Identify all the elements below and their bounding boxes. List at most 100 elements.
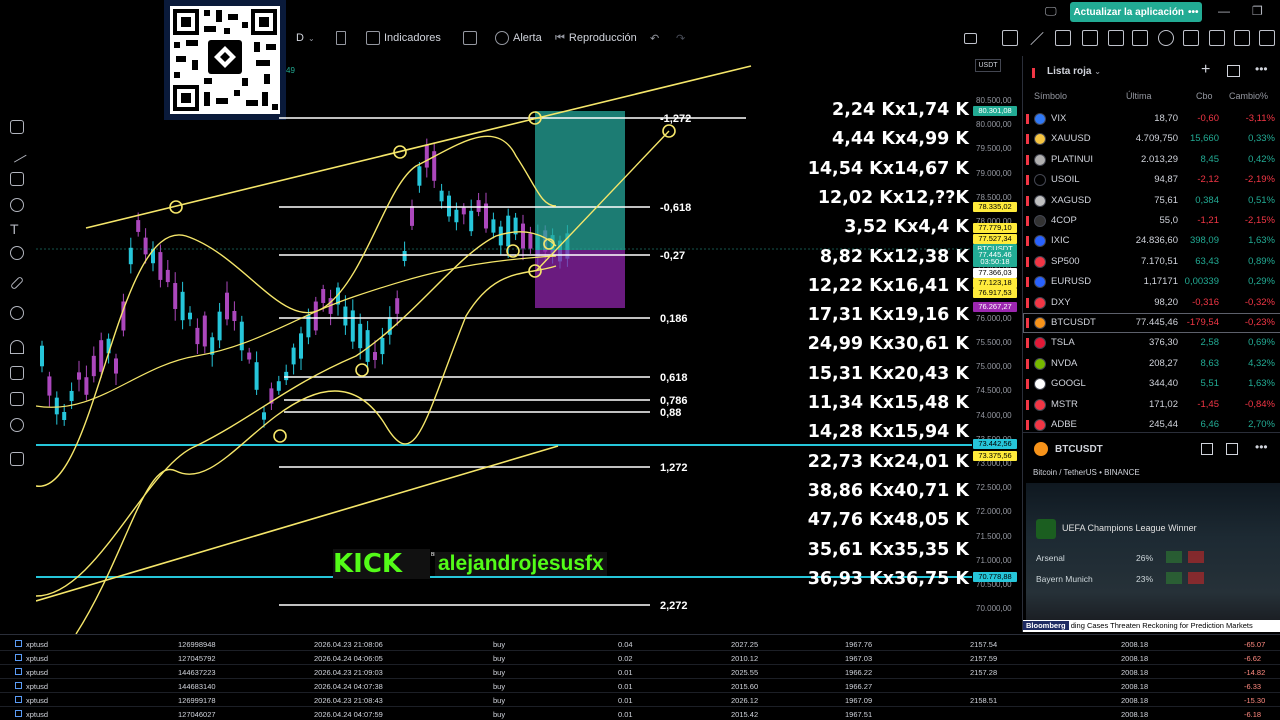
price-tag: 76.917,53 — [973, 288, 1017, 298]
watchlist-row[interactable]: MSTR 171,02 -1,45 -0,84% — [1023, 395, 1280, 415]
chart-pane[interactable]: -1,272 -0,618 -0,27 0,186 0,618 0,786 0,88 1,27… — [36, 56, 972, 634]
column-change[interactable]: Cbo — [1196, 91, 1213, 101]
trade-vol: 0.02 — [618, 654, 633, 663]
price-label: 80.500,00 — [976, 96, 1012, 105]
trade-vol: 0.01 — [618, 668, 633, 677]
kick-username: alejandrojesusfx — [435, 552, 607, 576]
watchlist-row[interactable]: XAGUSD 75,61 0,384 0,51% — [1023, 191, 1280, 211]
video-row-pct: 23% — [1136, 574, 1154, 584]
fib-icon[interactable] — [1055, 30, 1071, 46]
zoom-icon[interactable] — [10, 306, 24, 320]
watchlist-row[interactable]: USOIL 94,87 -2,12 -2,19% — [1023, 170, 1280, 190]
position-size-label: 4,44 Kx4,99 K — [832, 129, 969, 150]
eye-icon[interactable] — [10, 418, 24, 432]
detail-symbol[interactable]: BTCUSDT — [1055, 444, 1103, 455]
trade-sym: xptusd — [26, 668, 49, 677]
watchlist-title[interactable]: Lista roja ⌄ — [1047, 66, 1101, 77]
pattern-icon[interactable] — [1183, 30, 1199, 46]
column-last[interactable]: Última — [1126, 91, 1152, 101]
currency-selector[interactable]: USDT — [975, 59, 1001, 72]
more-icon[interactable]: ••• — [1255, 440, 1268, 454]
trash-icon[interactable] — [10, 452, 24, 466]
edit-icon[interactable] — [1226, 443, 1238, 455]
watchlist-row[interactable]: DXY 98,20 -0,316 -0,32% — [1023, 293, 1280, 313]
watchlist-row[interactable]: NVDA 208,27 8,63 4,32% — [1023, 354, 1280, 374]
watchlist-row[interactable]: 4COP 55,0 -1,21 -2,15% — [1023, 211, 1280, 231]
watchlist-row[interactable]: XAUUSD 4.709,750 15,660 0,33% — [1023, 129, 1280, 149]
red-flag-icon — [1032, 68, 1035, 78]
column-change-pct[interactable]: Cambio% — [1229, 91, 1268, 101]
watchlist-row[interactable]: BTCUSDT 77.445,46 -179,54 -0,23% — [1023, 313, 1280, 333]
trade-sym: xptusd — [26, 696, 49, 705]
watchlist-row[interactable]: TSLA 376,30 2,58 0,69% — [1023, 333, 1280, 353]
row-last: 18,70 — [1154, 113, 1178, 124]
update-app-button[interactable]: Actualizar la aplicación ••• — [1070, 2, 1202, 22]
wave-icon[interactable] — [1234, 30, 1250, 46]
grid-tool-icon[interactable] — [1002, 30, 1018, 46]
trade-tp: 2157.54 — [970, 640, 998, 649]
row-change-pct: -0,23% — [1244, 317, 1275, 328]
watchlist-row[interactable]: SP500 7.170,51 63,43 0,89% — [1023, 252, 1280, 272]
brush-icon[interactable] — [10, 198, 24, 212]
trade-id: 127045792 — [178, 654, 216, 663]
emoji-icon[interactable] — [10, 246, 24, 260]
trend-line-tool-icon[interactable] — [7, 143, 27, 163]
watchlist-row[interactable]: PLATINUI 2.013,29 8,45 0,42% — [1023, 150, 1280, 170]
watchlist-row[interactable]: IXIC 24.836,60 398,09 1,63% — [1023, 231, 1280, 251]
trade-icon — [15, 696, 22, 703]
stay-drawing-icon[interactable] — [10, 366, 24, 380]
row-change-pct: 0,33% — [1248, 133, 1275, 145]
measure-icon[interactable] — [1209, 30, 1225, 46]
yes-chip — [1166, 572, 1182, 584]
monitor-icon[interactable]: 🖵 — [1045, 4, 1057, 19]
projection-icon[interactable] — [1259, 30, 1275, 46]
trade-row[interactable]: xptusd 126998948 2026.04.23 21:08:06 buy 0.0… — [0, 637, 1280, 651]
video-row-pct: 26% — [1136, 553, 1154, 563]
trade-row[interactable]: xptusd 144683140 2026.04.24 04:07:38 buy 0.0… — [0, 679, 1280, 693]
trade-row[interactable]: xptusd 127046027 2026.04.24 04:07:59 buy 0.0… — [0, 707, 1280, 720]
rectangle-icon[interactable] — [1132, 30, 1148, 46]
trade-time: 2026.04.24 04:06:05 — [314, 654, 383, 663]
trade-sl: 1967.09 — [845, 696, 873, 705]
league-badge-icon — [1036, 519, 1056, 539]
lock-icon[interactable] — [10, 392, 24, 406]
layout-icon[interactable] — [1201, 443, 1213, 455]
position-size-label: 2,24 Kx1,74 K — [832, 100, 969, 120]
maximize-button[interactable]: ❐ — [1252, 4, 1263, 18]
minimize-button[interactable]: — — [1218, 4, 1230, 18]
red-flag-icon — [1026, 399, 1029, 410]
column-symbol[interactable]: Símbolo — [1034, 91, 1067, 101]
channel-icon[interactable] — [1082, 30, 1098, 46]
pitchfork-icon[interactable] — [1108, 30, 1124, 46]
watchlist-row[interactable]: EURUSD 1,17171 0,00339 0,29% — [1023, 272, 1280, 292]
row-change-pct: 0,42% — [1248, 153, 1275, 165]
trade-open: 2010.12 — [731, 654, 759, 663]
magnet-icon[interactable] — [10, 340, 24, 354]
fib-tool-icon[interactable] — [10, 172, 24, 186]
trade-pl: -65.07 — [1244, 640, 1266, 649]
trade-tp: 2158.51 — [970, 696, 998, 705]
price-scale[interactable]: USDT 80.500,00 80.000,00 79.500,00 79.000,0… — [972, 56, 1018, 634]
trade-open: 2025.55 — [731, 668, 759, 677]
add-symbol-icon[interactable]: + — [1201, 61, 1210, 79]
trade-open: 2027.25 — [731, 640, 759, 649]
trendline-icon[interactable] — [1030, 31, 1044, 46]
trade-row[interactable]: xptusd 144637223 2026.04.23 21:09:03 buy 0.0… — [0, 665, 1280, 679]
row-last: 171,02 — [1148, 398, 1178, 410]
watchlist-row[interactable]: GOOGL 344,40 5,51 1,63% — [1023, 374, 1280, 394]
trade-side: buy — [493, 710, 506, 719]
trade-side: buy — [493, 640, 506, 649]
row-change-pct: 1,63% — [1248, 235, 1275, 247]
trade-row[interactable]: xptusd 126999178 2026.04.23 21:08:43 buy 0.0… — [0, 693, 1280, 707]
more-icon[interactable]: ••• — [1255, 62, 1268, 76]
watchlist-row[interactable]: VIX 18,70 -0,60 -3,11% — [1023, 109, 1280, 129]
red-flag-icon — [1026, 256, 1029, 267]
text-tool-icon[interactable]: T — [10, 222, 24, 236]
crosshair-icon[interactable] — [10, 120, 24, 134]
price-label: 76.000,00 — [976, 313, 1012, 323]
trade-open: 2015.60 — [731, 682, 759, 691]
ruler-icon[interactable] — [9, 275, 25, 291]
circle-icon[interactable] — [1158, 30, 1174, 46]
trade-row[interactable]: xptusd 127045792 2026.04.24 04:06:05 buy 0.0… — [0, 651, 1280, 665]
layout-icon[interactable] — [1227, 65, 1240, 77]
